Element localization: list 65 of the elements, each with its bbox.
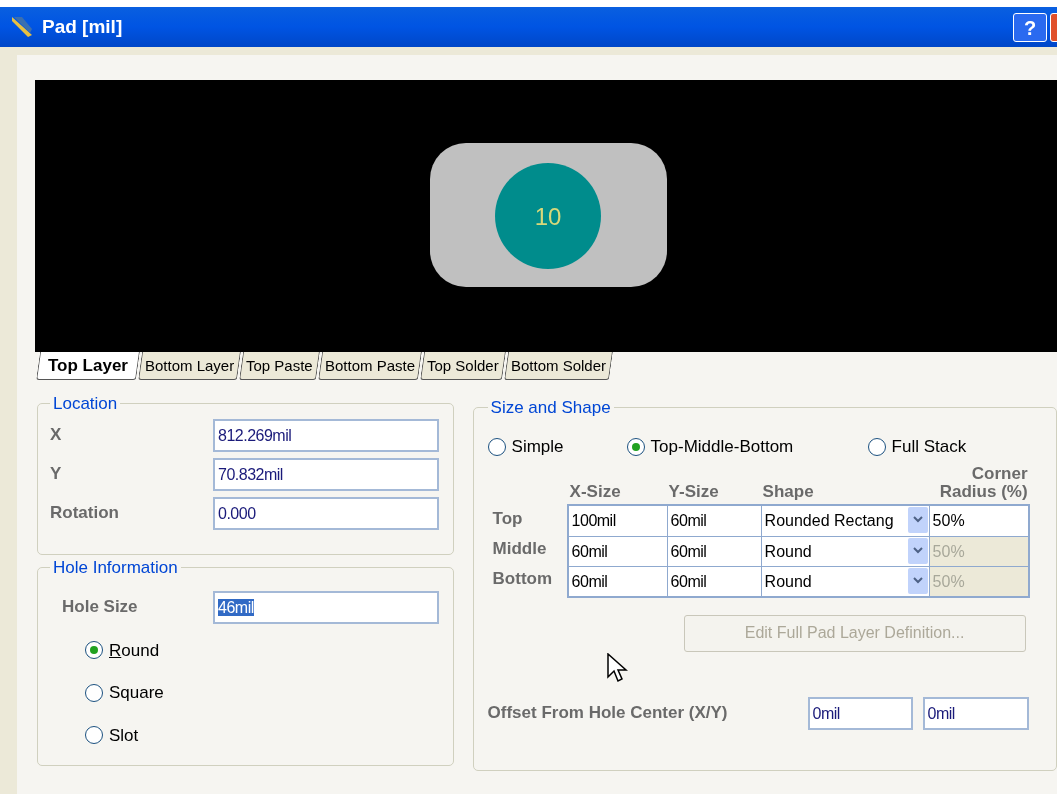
shape-dropdown[interactable]: Round (761, 536, 930, 566)
dropdown-button[interactable] (907, 537, 928, 564)
table-cell[interactable]: 50% (929, 505, 1028, 536)
radio-label: Top-Middle-Bottom (650, 435, 794, 458)
text-field[interactable]: 0mil (922, 696, 1029, 730)
field-value: 46mil (218, 598, 254, 616)
group-title: Location (52, 393, 119, 415)
radio-label: Full Stack (891, 435, 967, 458)
radio-button[interactable] (626, 437, 645, 456)
field-label: X (50, 424, 63, 447)
field-label: Hole Size (61, 596, 139, 619)
layer-tab[interactable]: Bottom Solder (503, 352, 613, 380)
field-label: Offset From Hole Center (X/Y) (487, 702, 729, 725)
chevron-down-icon (912, 516, 923, 523)
table-cell[interactable]: 60mil (667, 536, 762, 566)
radio-label: Square (109, 682, 164, 704)
text-field[interactable]: 70.832mil (213, 457, 439, 491)
radio-label: Simple (511, 435, 564, 458)
radio-label: Round (109, 639, 160, 662)
table-cell[interactable]: 60mil (667, 566, 762, 596)
help-button[interactable]: ? (1013, 13, 1047, 42)
pad-number: 10 (534, 203, 562, 230)
text-field[interactable]: 46mil (213, 590, 439, 624)
chevron-down-icon (912, 577, 923, 584)
field-label: Rotation (50, 502, 120, 525)
text-field[interactable]: 812.269mil (213, 418, 439, 452)
radio-button[interactable] (85, 726, 103, 745)
column-header: Y-Size (667, 482, 720, 501)
radio-button[interactable] (487, 437, 506, 456)
chevron-down-icon (912, 547, 923, 554)
close-button[interactable] (1050, 13, 1057, 42)
field-label: Y (50, 463, 63, 486)
dropdown-value: Rounded Rectang (763, 510, 895, 531)
row-label: Top (491, 507, 524, 530)
table-cell[interactable]: 60mil (667, 505, 762, 536)
row-label: Bottom (491, 567, 554, 590)
column-header: Shape (761, 482, 815, 501)
shape-dropdown[interactable]: Round (761, 566, 930, 596)
layer-tab[interactable]: Top Paste (239, 352, 320, 380)
layer-tab[interactable]: Bottom Layer (138, 352, 242, 380)
group-title: Hole Information (52, 557, 179, 579)
radio-button[interactable] (867, 437, 886, 456)
radio-button[interactable] (85, 683, 103, 702)
dropdown-value: Round (763, 571, 813, 592)
column-header: X-Size (568, 482, 622, 501)
dropdown-button[interactable] (907, 506, 928, 533)
table-cell[interactable]: 100mil (568, 505, 668, 536)
radio-label: Slot (109, 724, 139, 747)
dropdown-value: Round (763, 541, 813, 562)
table-cell[interactable]: 60mil (568, 536, 668, 566)
layer-tab[interactable]: Bottom Paste (317, 352, 422, 380)
app-icon (10, 15, 34, 39)
pointer-icon (606, 652, 629, 685)
layer-tab[interactable]: Top Layer (36, 352, 140, 380)
shape-dropdown[interactable]: Rounded Rectang (761, 505, 930, 536)
window-title: Pad [mil] (42, 14, 123, 39)
layer-tab[interactable]: Top Solder (420, 352, 506, 380)
text-field[interactable]: 0mil (807, 696, 913, 730)
group-title: Size and Shape (489, 397, 612, 419)
dropdown-button[interactable] (907, 567, 928, 594)
table-cell[interactable]: 60mil (568, 566, 668, 596)
row-label: Middle (491, 537, 548, 560)
column-header: Corner Radius (%) (938, 464, 1028, 501)
radio-button[interactable] (85, 641, 103, 660)
text-field[interactable]: 0.000 (213, 496, 439, 530)
